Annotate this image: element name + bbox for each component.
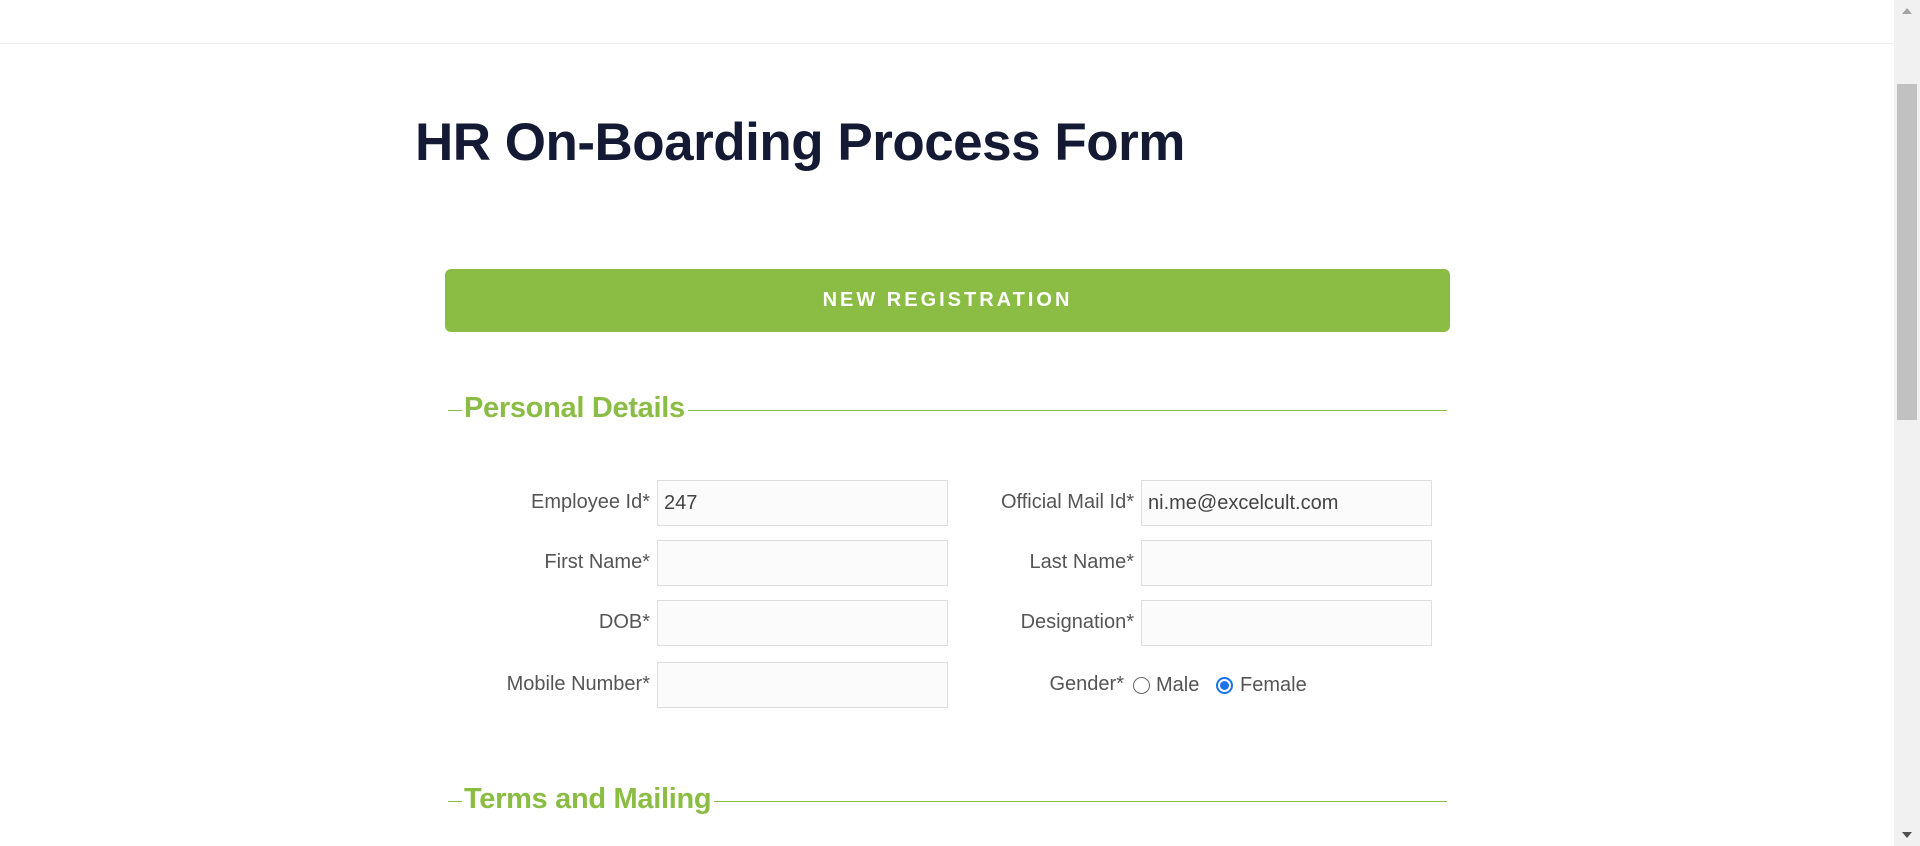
- legend-divider-right: [688, 410, 1447, 411]
- top-bar: [0, 0, 1894, 44]
- gender-male-label[interactable]: Male: [1156, 674, 1199, 697]
- scroll-thumb[interactable]: [1897, 84, 1917, 420]
- employee-id-input[interactable]: [657, 480, 948, 526]
- first-name-label: First Name*: [544, 551, 650, 573]
- gender-female-label[interactable]: Female: [1240, 674, 1307, 697]
- scroll-up-arrow-icon[interactable]: [1902, 8, 1912, 14]
- legend-divider-left: [448, 801, 462, 802]
- mobile-number-label: Mobile Number*: [506, 673, 650, 695]
- gender-female-radio[interactable]: [1216, 677, 1233, 694]
- official-mail-input[interactable]: [1141, 480, 1432, 526]
- terms-and-mailing-legend: Terms and Mailing: [448, 781, 1447, 821]
- designation-label: Designation*: [1020, 611, 1134, 633]
- personal-details-legend: Personal Details: [448, 390, 1447, 430]
- gender-male-radio[interactable]: [1133, 677, 1150, 694]
- personal-details-heading: Personal Details: [464, 392, 685, 424]
- designation-input[interactable]: [1141, 600, 1432, 646]
- first-name-input[interactable]: [657, 540, 948, 586]
- last-name-input[interactable]: [1141, 540, 1432, 586]
- vertical-scrollbar[interactable]: [1894, 0, 1920, 846]
- last-name-label: Last Name*: [1029, 551, 1135, 573]
- official-mail-label: Official Mail Id*: [1000, 491, 1134, 513]
- page: HR On-Boarding Process Form NEW REGISTRA…: [0, 0, 1920, 846]
- employee-id-label: Employee Id*: [531, 491, 650, 513]
- dob-label: DOB*: [598, 611, 650, 633]
- mobile-number-input[interactable]: [657, 662, 948, 708]
- legend-divider-left: [448, 410, 462, 411]
- terms-and-mailing-heading: Terms and Mailing: [464, 783, 712, 815]
- scroll-down-arrow-icon[interactable]: [1902, 832, 1912, 838]
- new-registration-button[interactable]: NEW REGISTRATION: [445, 269, 1450, 332]
- dob-input[interactable]: [657, 600, 948, 646]
- gender-label: Gender*: [1049, 673, 1125, 695]
- page-title: HR On-Boarding Process Form: [415, 113, 1185, 172]
- legend-divider-right: [714, 801, 1447, 802]
